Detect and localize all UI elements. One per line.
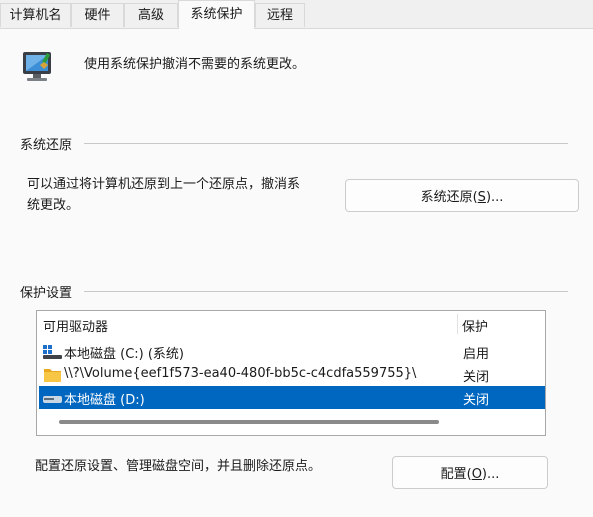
tab-computer-name[interactable]: 计算机名 <box>0 3 71 27</box>
button-label-text: )... <box>481 467 500 482</box>
intro-text: 使用系统保护撤消不需要的系统更改。 <box>84 57 306 72</box>
column-header-drives[interactable]: 可用驱动器 <box>43 316 108 335</box>
protection-section-title: 保护设置 <box>20 286 73 301</box>
system-protection-icon <box>23 52 51 81</box>
drive-row-volume[interactable]: \\?\Volume{eef1f573-ea40-480f-bb5c-c4cdf… <box>39 363 545 386</box>
tab-system-protection[interactable]: 系统保护 <box>178 0 255 29</box>
protection-section-divider <box>84 291 568 292</box>
system-restore-button[interactable]: 系统还原(S)... <box>345 179 579 212</box>
drive-protection-status: 启用 <box>463 347 490 362</box>
drive-list-header: 可用驱动器 保护 <box>37 311 545 335</box>
restore-section-title: 系统还原 <box>20 138 73 153</box>
configure-button[interactable]: 配置(O)... <box>392 456 548 489</box>
system-drive-icon <box>43 345 62 359</box>
tab-hardware[interactable]: 硬件 <box>71 3 124 27</box>
button-accelerator: S <box>477 190 486 205</box>
restore-section-divider <box>84 143 568 144</box>
drive-row-c[interactable]: 本地磁盘 (C:) (系统) 启用 <box>39 340 545 363</box>
column-divider[interactable] <box>457 314 458 334</box>
restore-description: 可以通过将计算机还原到上一个还原点，撤消系 统更改。 <box>27 174 300 216</box>
restore-description-line: 统更改。 <box>27 198 80 213</box>
config-description: 配置还原设置、管理磁盘空间，并且删除还原点。 <box>35 459 322 474</box>
tab-advanced[interactable]: 高级 <box>124 3 178 27</box>
drive-protection-status: 关闭 <box>463 393 490 408</box>
drive-row-d[interactable]: 本地磁盘 (D:) 关闭 <box>39 386 545 409</box>
drive-name: 本地磁盘 (C:) (系统) <box>64 347 185 362</box>
drive-name: 本地磁盘 (D:) <box>64 393 145 408</box>
folder-icon <box>44 369 61 382</box>
button-label-text: 配置( <box>440 467 472 482</box>
button-label-text: )... <box>485 190 504 205</box>
drive-icon <box>43 396 62 403</box>
horizontal-scrollbar[interactable] <box>59 420 439 424</box>
tab-remote[interactable]: 远程 <box>255 3 305 27</box>
button-label-text: 系统还原( <box>420 190 478 205</box>
drive-list[interactable]: 可用驱动器 保护 本地磁盘 (C:) (系统) 启用 \\?\Volume{ee… <box>36 310 546 436</box>
tab-content: 使用系统保护撤消不需要的系统更改。 系统还原 可以通过将计算机还原到上一个还原点… <box>0 28 593 517</box>
column-header-protection[interactable]: 保护 <box>462 316 488 335</box>
drive-name: \\?\Volume{eef1f573-ea40-480f-bb5c-c4cdf… <box>64 366 417 381</box>
tab-bar: 计算机名 硬件 高级 系统保护 远程 <box>0 0 593 29</box>
drive-protection-status: 关闭 <box>463 370 490 385</box>
restore-description-line: 可以通过将计算机还原到上一个还原点，撤消系 <box>27 177 301 192</box>
button-accelerator: O <box>471 467 482 482</box>
